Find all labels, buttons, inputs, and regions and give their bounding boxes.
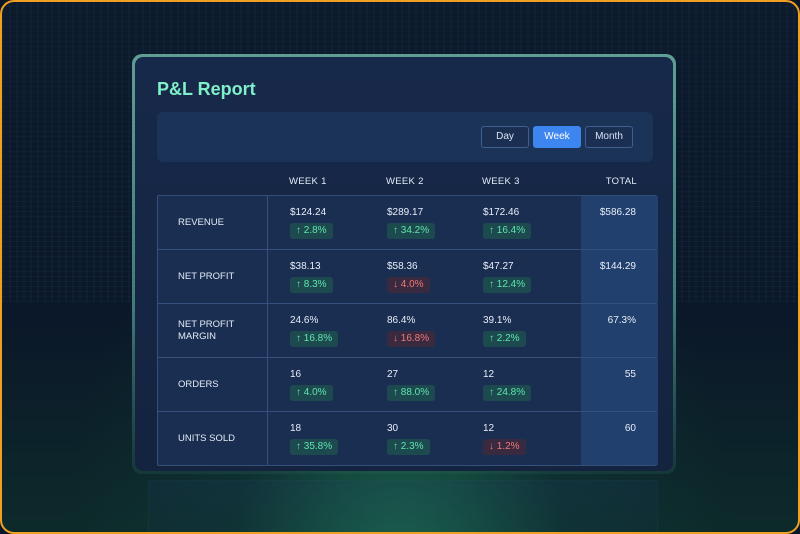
cell-value: $289.17 <box>387 207 424 218</box>
cell-value: 12 <box>483 423 495 434</box>
period-toolbar: Day Week Month <box>157 112 653 162</box>
table-cell: $58.36 ↓ 4.0% <box>387 261 430 293</box>
table-body: REVENUE $124.24 ↑ 2.8% $289.17 ↑ 34.2% $172.4… <box>157 195 658 466</box>
table-cell: $289.17 ↑ 34.2% <box>387 207 436 239</box>
table-cell: 39.1% ↑ 2.2% <box>483 315 526 347</box>
change-up-badge: ↑ 24.8% <box>483 385 532 401</box>
row-total: 55 <box>624 369 636 380</box>
period-week-button[interactable]: Week <box>533 126 581 148</box>
change-up-badge: ↑ 16.4% <box>483 223 532 239</box>
change-up-badge: ↑ 16.8% <box>290 331 339 347</box>
table-cell: 30 ↑ 2.3% <box>387 423 430 455</box>
total-column-cell <box>581 250 658 303</box>
table-cell: 12 ↑ 24.8% <box>483 369 532 401</box>
row-label: UNITS SOLD <box>158 412 268 465</box>
row-label: ORDERS <box>158 358 268 411</box>
table-cell: 12 ↓ 1.2% <box>483 423 526 455</box>
cell-value: $124.24 <box>290 207 327 218</box>
table-cell: $47.27 ↑ 12.4% <box>483 261 532 293</box>
total-column-cell <box>581 304 658 357</box>
table-row: ORDERS 16 ↑ 4.0% 27 ↑ 88.0% 12 ↑ 24.8% 55 <box>158 357 658 411</box>
cell-value: 18 <box>290 423 302 434</box>
row-total: 67.3% <box>607 315 636 326</box>
table-cell: 24.6% ↑ 16.8% <box>290 315 339 347</box>
table-row: NET PROFIT MARGIN 24.6% ↑ 16.8% 86.4% ↓ 16.8… <box>158 303 658 357</box>
table-row: NET PROFIT $38.13 ↑ 8.3% $58.36 ↓ 4.0% $47.27… <box>158 249 658 303</box>
change-up-badge: ↑ 2.3% <box>387 439 430 455</box>
cell-value: 86.4% <box>387 315 416 326</box>
total-column-cell <box>581 358 658 411</box>
row-total: $586.28 <box>599 207 636 218</box>
row-label: NET PROFIT <box>158 250 268 303</box>
column-header-week-2: WEEK 2 <box>386 176 424 187</box>
change-up-badge: ↑ 12.4% <box>483 277 532 293</box>
table-cell: 27 ↑ 88.0% <box>387 369 436 401</box>
table-row: REVENUE $124.24 ↑ 2.8% $289.17 ↑ 34.2% $172.4… <box>158 196 658 249</box>
table-cell: $38.13 ↑ 8.3% <box>290 261 333 293</box>
cell-value: 16 <box>290 369 302 380</box>
row-label: NET PROFIT MARGIN <box>158 304 268 357</box>
column-header-week-3: WEEK 3 <box>482 176 520 187</box>
table-cell: $124.24 ↑ 2.8% <box>290 207 333 239</box>
change-down-badge: ↓ 1.2% <box>483 439 526 455</box>
total-column-cell <box>581 412 658 465</box>
column-header-total: TOTAL <box>605 176 637 187</box>
screenshot-frame: P&L Report Day Week Month WEEK 1 WEEK 2 … <box>0 0 800 534</box>
cell-value: $47.27 <box>483 261 514 272</box>
report-card-body: P&L Report Day Week Month WEEK 1 WEEK 2 … <box>135 57 673 471</box>
change-up-badge: ↑ 2.8% <box>290 223 333 239</box>
table-cell: 18 ↑ 35.8% <box>290 423 339 455</box>
change-up-badge: ↑ 4.0% <box>290 385 333 401</box>
total-column-cell <box>581 196 658 249</box>
period-month-button[interactable]: Month <box>585 126 633 148</box>
cell-value: 24.6% <box>290 315 319 326</box>
change-down-badge: ↓ 16.8% <box>387 331 436 347</box>
change-down-badge: ↓ 4.0% <box>387 277 430 293</box>
cell-value: 27 <box>387 369 399 380</box>
cell-value: $58.36 <box>387 261 418 272</box>
change-up-badge: ↑ 34.2% <box>387 223 436 239</box>
period-day-button[interactable]: Day <box>481 126 529 148</box>
cell-value: 30 <box>387 423 399 434</box>
page-title: P&L Report <box>157 79 256 99</box>
cell-value: $38.13 <box>290 261 321 272</box>
table-cell: 16 ↑ 4.0% <box>290 369 333 401</box>
row-total: 60 <box>624 423 636 434</box>
cell-value: $172.46 <box>483 207 520 218</box>
pl-table: WEEK 1 WEEK 2 WEEK 3 TOTAL REVENUE $124.2… <box>157 167 658 466</box>
cell-value: 39.1% <box>483 315 512 326</box>
card-reflection <box>148 480 658 532</box>
row-total: $144.29 <box>599 261 636 272</box>
change-up-badge: ↑ 35.8% <box>290 439 339 455</box>
table-header: WEEK 1 WEEK 2 WEEK 3 TOTAL <box>157 167 657 195</box>
table-cell: 86.4% ↓ 16.8% <box>387 315 436 347</box>
change-up-badge: ↑ 2.2% <box>483 331 526 347</box>
cell-value: 12 <box>483 369 495 380</box>
report-card: P&L Report Day Week Month WEEK 1 WEEK 2 … <box>132 54 676 474</box>
column-header-week-1: WEEK 1 <box>289 176 327 187</box>
table-row: UNITS SOLD 18 ↑ 35.8% 30 ↑ 2.3% 12 ↓ 1.2% 60 <box>158 411 658 465</box>
table-cell: $172.46 ↑ 16.4% <box>483 207 532 239</box>
change-up-badge: ↑ 8.3% <box>290 277 333 293</box>
change-up-badge: ↑ 88.0% <box>387 385 436 401</box>
row-label: REVENUE <box>158 196 268 249</box>
